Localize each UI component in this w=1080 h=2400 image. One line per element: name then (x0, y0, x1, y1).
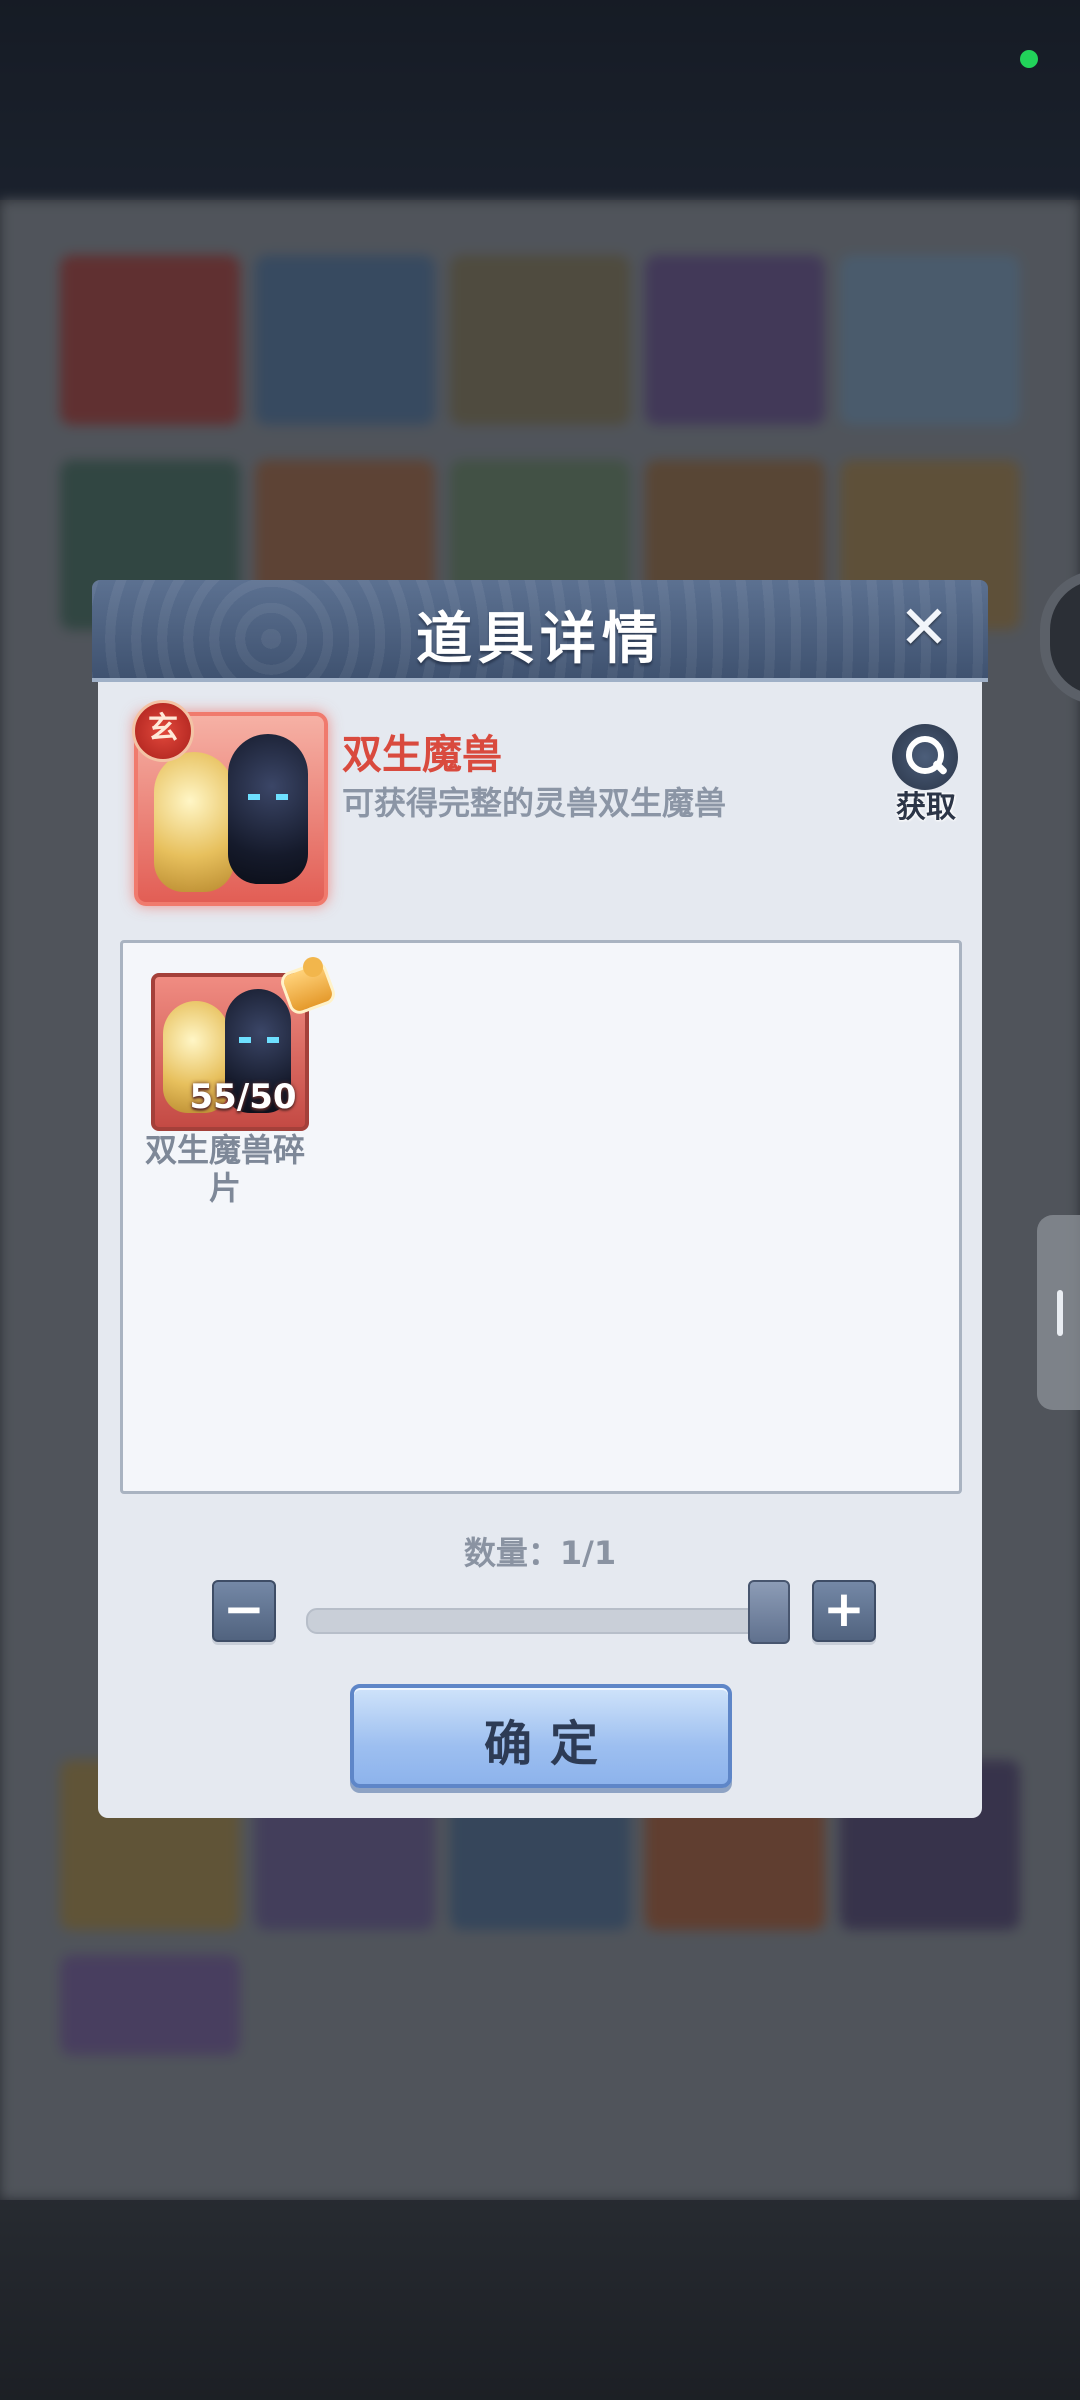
dark-beast-mask-icon (228, 734, 308, 884)
quantity-slider-handle[interactable] (748, 1580, 790, 1644)
dialog-title: 道具详情 (416, 607, 664, 672)
golden-beast-mask-icon (154, 752, 234, 892)
quantity-slider-track[interactable] (306, 1608, 790, 1634)
side-panel-handle[interactable] (1037, 1215, 1080, 1410)
obtain-label: 获取 (896, 790, 956, 825)
item-detail-dialog: 道具详情 ✕ 玄 双生魔兽 可获得完整的灵兽双生魔兽 获取 55/50 双生魔兽… (92, 580, 988, 1818)
increase-button[interactable]: + (812, 1580, 876, 1642)
item-name: 双生魔兽 (342, 732, 502, 778)
contents-panel: 55/50 双生魔兽碎片 (120, 940, 962, 1494)
close-button[interactable]: ✕ (892, 596, 956, 660)
puzzle-piece-icon (279, 955, 339, 1015)
search-icon (892, 724, 958, 790)
handle-bar-icon (1057, 1290, 1063, 1336)
dialog-header: 道具详情 ✕ (92, 580, 988, 682)
rank-badge: 玄 (132, 700, 194, 762)
fragment-count: 55/50 (189, 1077, 297, 1117)
fragment-name: 双生魔兽碎片 (144, 1131, 305, 1207)
confirm-button[interactable]: 确定 (350, 1684, 732, 1788)
dialog-body: 玄 双生魔兽 可获得完整的灵兽双生魔兽 获取 55/50 双生魔兽碎片 数量：1… (98, 682, 982, 1818)
decrease-button[interactable]: − (212, 1580, 276, 1642)
status-indicator-dot (1020, 50, 1038, 68)
obtain-button[interactable]: 获取 (886, 724, 960, 825)
confirm-label: 确定 (483, 1716, 616, 1772)
quantity-label: 数量：1/1 (463, 1534, 617, 1572)
item-description: 可获得完整的灵兽双生魔兽 (342, 784, 727, 822)
